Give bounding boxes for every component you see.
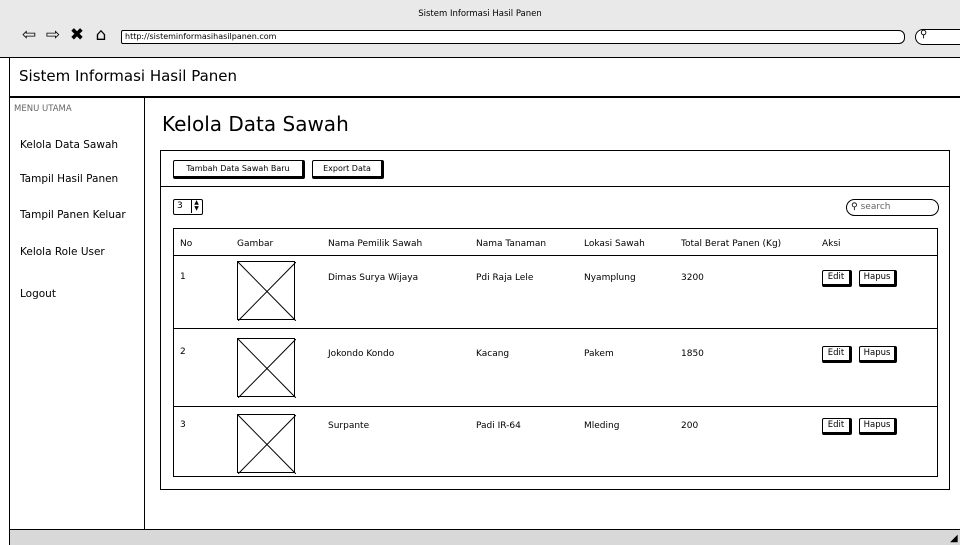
image-placeholder-icon — [238, 262, 296, 321]
cell-owner: Jokondo Kondo — [328, 349, 395, 359]
sidebar-item-logout[interactable]: Logout — [20, 288, 56, 300]
page-size-stepper[interactable]: 3 ▲ ▼ — [173, 199, 203, 215]
sidebar-item-tampil-hasil-panen[interactable]: Tampil Hasil Panen — [20, 173, 118, 185]
cell-owner: Surpante — [328, 421, 370, 431]
table-search-input[interactable]: ⚲ search — [846, 199, 939, 216]
edit-button[interactable]: Edit — [822, 270, 852, 287]
row-divider — [173, 328, 938, 329]
cell-no: 2 — [180, 347, 186, 357]
row-divider — [173, 406, 938, 407]
add-sawah-button[interactable]: Tambah Data Sawah Baru — [173, 160, 305, 179]
url-bar[interactable]: http://sisteminformasihasilpanen.com — [121, 30, 905, 44]
export-button[interactable]: Export Data — [312, 160, 384, 179]
delete-button[interactable]: Hapus — [859, 418, 897, 435]
cell-no: 3 — [180, 420, 186, 430]
window-title: Sistem Informasi Hasil Panen — [418, 9, 542, 19]
forward-arrow-icon[interactable]: ⇨ — [43, 25, 63, 45]
sidebar-item-kelola-data-sawah[interactable]: Kelola Data Sawah — [20, 139, 118, 151]
cell-location: Mleding — [584, 421, 620, 431]
image-placeholder-icon — [238, 339, 296, 398]
cell-crop: Pdi Raja Lele — [476, 273, 534, 283]
page-size-value: 3 — [177, 201, 183, 211]
page-title: Kelola Data Sawah — [162, 112, 349, 136]
delete-button[interactable]: Hapus — [859, 270, 897, 287]
cell-location: Pakem — [584, 349, 614, 359]
back-arrow-icon[interactable]: ⇦ — [19, 25, 39, 45]
cell-weight: 1850 — [681, 349, 704, 359]
edit-button[interactable]: Edit — [822, 346, 852, 363]
cell-crop: Kacang — [476, 349, 510, 359]
image-placeholder — [237, 338, 296, 398]
search-icon: ⚲ — [851, 202, 858, 212]
row-divider — [173, 255, 938, 256]
delete-button[interactable]: Hapus — [859, 346, 897, 363]
header-owner: Nama Pemilik Sawah — [328, 239, 423, 249]
browser-toolbar: Sistem Informasi Hasil Panen ⇦ ⇨ ✖ ⌂ htt… — [0, 0, 960, 58]
sidebar-item-tampil-panen-keluar[interactable]: Tampil Panen Keluar — [20, 209, 126, 221]
image-placeholder — [237, 261, 296, 321]
browser-nav: ⇦ ⇨ ✖ ⌂ — [19, 25, 111, 45]
header-weight: Total Berat Panen (Kg) — [681, 239, 782, 249]
header-aksi: Aksi — [822, 239, 841, 249]
home-icon[interactable]: ⌂ — [91, 25, 111, 45]
menu-heading: MENU UTAMA — [14, 104, 72, 114]
image-placeholder-icon — [238, 415, 296, 474]
cell-weight: 200 — [681, 421, 699, 431]
footer-bar — [9, 529, 960, 545]
image-placeholder — [237, 414, 296, 474]
header-gambar: Gambar — [237, 239, 274, 249]
app-header: Sistem Informasi Hasil Panen — [9, 58, 960, 98]
header-crop: Nama Tanaman — [476, 239, 547, 249]
search-icon: ⚲ — [920, 29, 928, 40]
sidebar-item-kelola-role-user[interactable]: Kelola Role User — [20, 246, 105, 258]
header-no: No — [180, 239, 193, 249]
search-placeholder: search — [860, 202, 891, 212]
app-title: Sistem Informasi Hasil Panen — [19, 67, 238, 85]
cell-owner: Dimas Surya Wijaya — [328, 273, 419, 283]
resize-handle-icon[interactable]: ◢ — [950, 533, 958, 544]
edit-button[interactable]: Edit — [822, 418, 852, 435]
panel-divider — [160, 186, 950, 187]
cell-crop: Padi IR-64 — [476, 421, 521, 431]
header-location: Lokasi Sawah — [584, 239, 645, 249]
cell-no: 1 — [180, 272, 186, 282]
sidebar: MENU UTAMA Kelola Data Sawah Tampil Hasi… — [9, 98, 145, 530]
stepper-arrows-icon[interactable]: ▲ ▼ — [191, 200, 201, 213]
browser-search[interactable]: ⚲ — [915, 29, 960, 45]
close-icon[interactable]: ✖ — [67, 25, 87, 45]
cell-weight: 3200 — [681, 273, 704, 283]
cell-location: Nyamplung — [584, 273, 636, 283]
